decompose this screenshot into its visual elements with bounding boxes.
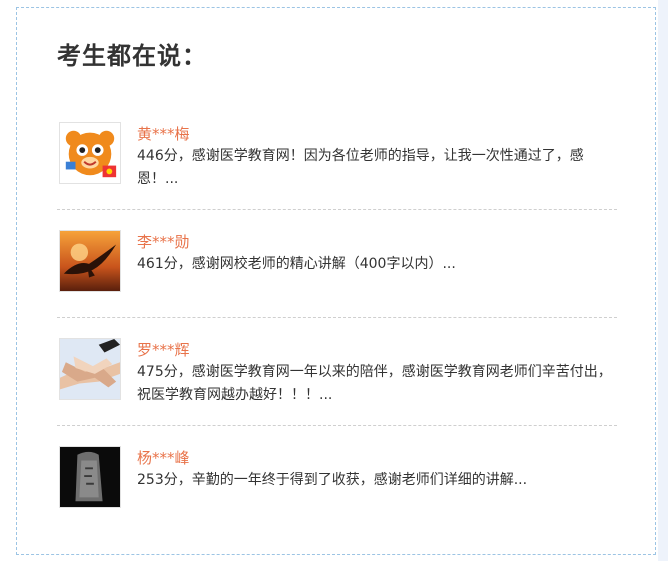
testimonial-item: 黄***梅 446分，感谢医学教育网！因为各位老师的指导，让我一次性通过了，感恩… [57,102,617,210]
joined-hands-avatar-icon[interactable] [59,338,121,400]
testimonial-comment[interactable]: 461分，感谢网校老师的精心讲解（400字以内）... [137,253,617,276]
cartoon-tiger-avatar-icon[interactable] [59,122,121,184]
testimonial-list: 黄***梅 446分，感谢医学教育网！因为各位老师的指导，让我一次性通过了，感恩… [57,102,617,534]
testimonial-name[interactable]: 黄***梅 [137,123,190,144]
testimonial-name[interactable]: 李***勋 [137,231,190,252]
testimonial-name[interactable]: 杨***峰 [137,447,190,468]
testimonials-panel: 考生都在说： 黄***梅 446分，感谢医学教育网！因为各位老师的指导，让我一次… [16,7,656,555]
testimonial-item: 罗***辉 475分，感谢医学教育网一年以来的陪伴，感谢医学教育网老师们辛苦付出… [57,318,617,426]
testimonial-comment[interactable]: 446分，感谢医学教育网！因为各位老师的指导，让我一次性通过了，感恩！... [137,145,617,191]
testimonial-name[interactable]: 罗***辉 [137,339,190,360]
testimonial-item: 李***勋 461分，感谢网校老师的精心讲解（400字以内）... [57,210,617,318]
section-title: 考生都在说： [57,42,207,70]
testimonial-item: 杨***峰 253分，辛勤的一年终于得到了收获，感谢老师们详细的讲解... [57,426,617,534]
testimonial-comment[interactable]: 253分，辛勤的一年终于得到了收获，感谢老师们详细的讲解... [137,469,617,492]
eagle-sunset-avatar-icon[interactable] [59,230,121,292]
testimonial-comment[interactable]: 475分，感谢医学教育网一年以来的陪伴，感谢医学教育网老师们辛苦付出，祝医学教育… [137,361,617,407]
page-side-strip [658,0,668,561]
dark-stone-avatar-icon[interactable] [59,446,121,508]
